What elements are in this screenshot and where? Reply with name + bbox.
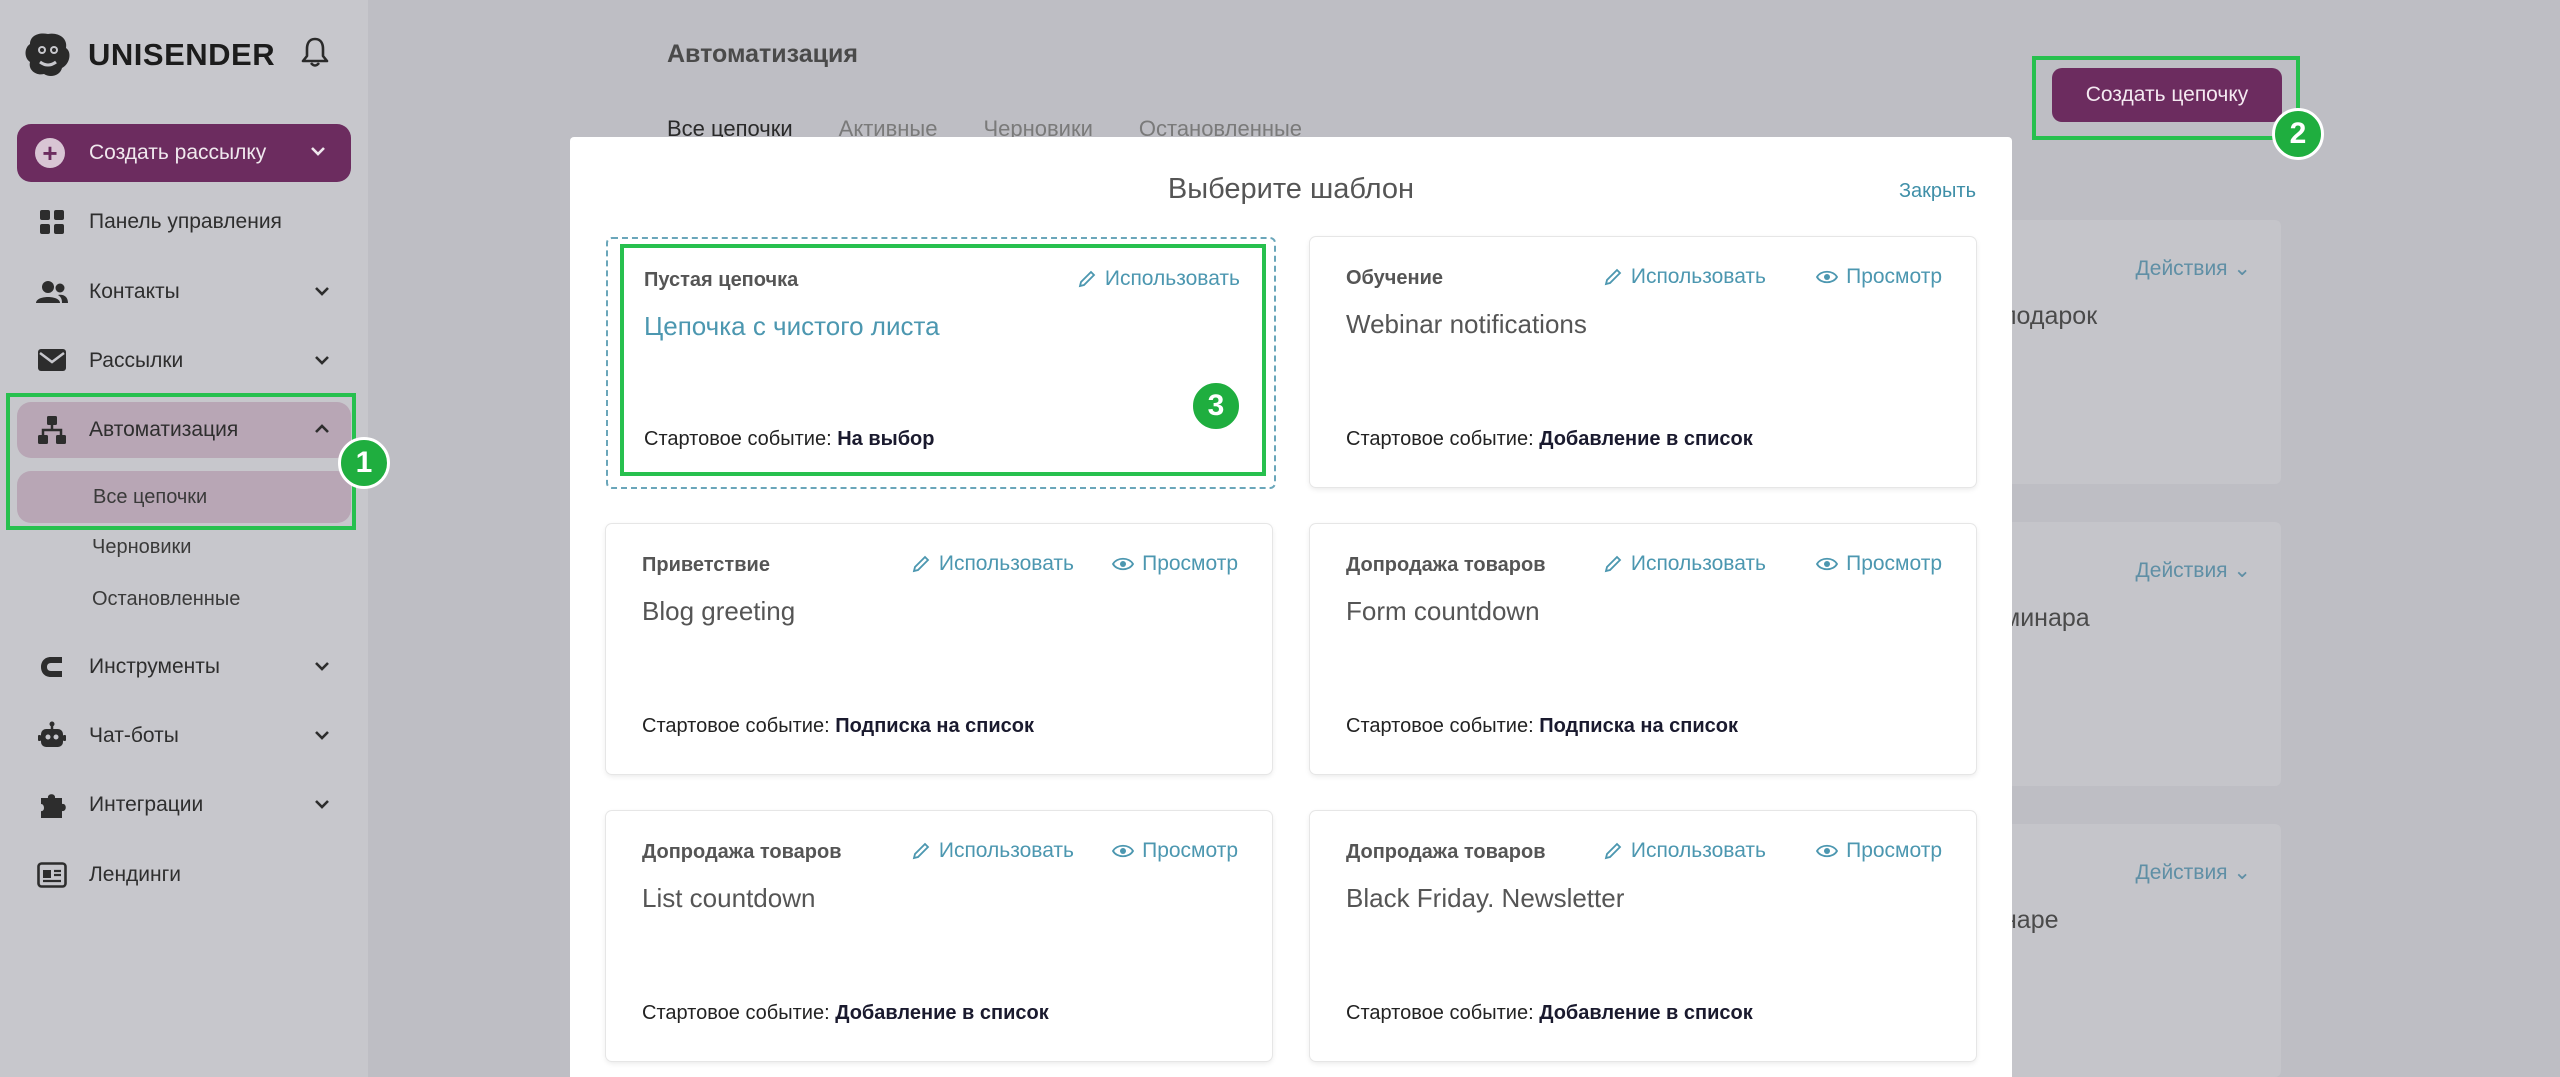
logo-text: UNISENDER	[88, 37, 276, 72]
actions-dropdown[interactable]: Действия ⌄	[2136, 256, 2251, 281]
template-card[interactable]: Допродажа товаров Использовать Просмотр …	[1310, 524, 1976, 774]
sidebar-item-contacts[interactable]: Контакты	[17, 264, 351, 320]
template-start-event: Стартовое событие: Добавление в список	[1346, 428, 1753, 450]
template-card[interactable]: Допродажа товаров Использовать Просмотр …	[1310, 811, 1976, 1061]
step-badge-1: 1	[338, 437, 390, 489]
template-category: Приветствие	[642, 554, 770, 576]
template-start-event: Стартовое событие: Подписка на список	[1346, 715, 1739, 737]
sidebar-subitem-drafts[interactable]: Черновики	[92, 536, 191, 559]
chevron-down-icon	[315, 800, 329, 809]
template-start-event: Стартовое событие: Добавление в список	[1346, 1002, 1753, 1024]
actions-dropdown[interactable]: Действия ⌄	[2136, 558, 2251, 583]
users-icon	[35, 275, 69, 309]
sidebar-item-label: Рассылки	[89, 349, 184, 372]
close-modal-link[interactable]: Закрыть	[1899, 180, 1976, 203]
actions-dropdown[interactable]: Действия ⌄	[2136, 860, 2251, 885]
sidebar-item-label: Контакты	[89, 280, 180, 303]
template-card[interactable]: Обучение Использовать Просмотр Webinar n…	[1310, 237, 1976, 487]
pencil-icon	[1604, 268, 1622, 286]
sidebar-subitem-label: Остановленные	[92, 588, 241, 610]
preview-template-link[interactable]: Просмотр	[1816, 265, 1942, 289]
notifications-button[interactable]	[300, 36, 330, 73]
pencil-icon	[1604, 555, 1622, 573]
modal-title: Выберите шаблон	[1167, 173, 1415, 205]
sidebar-item-label: Интеграции	[89, 793, 204, 816]
magnet-icon	[35, 650, 69, 684]
use-template-link[interactable]: Использовать	[1603, 552, 1766, 576]
sidebar-subitem-label: Черновики	[92, 536, 192, 558]
eye-icon	[1112, 557, 1135, 571]
use-template-link[interactable]: Использовать	[911, 839, 1074, 863]
template-category: Допродажа товаров	[1346, 841, 1546, 863]
background-chain-card: Действия ⌄ минара	[1995, 522, 2281, 786]
chevron-down-icon	[311, 147, 325, 156]
background-chain-card: Действия ⌄ подарок	[1995, 220, 2281, 484]
chevron-down-icon	[315, 287, 329, 296]
eye-icon	[1816, 270, 1839, 284]
create-campaign-button[interactable]: + Создать рассылку	[17, 124, 351, 182]
sidebar-item-chatbots[interactable]: Чат-боты	[17, 708, 351, 764]
sidebar-item-dashboard[interactable]: Панель управления	[17, 194, 351, 250]
highlight-automation	[6, 393, 356, 530]
sidebar-item-label: Панель управления	[89, 210, 282, 233]
preview-template-link[interactable]: Просмотр	[1816, 552, 1942, 576]
chevron-down-icon	[315, 731, 329, 740]
template-name: Webinar notifications	[1346, 309, 1587, 339]
step-badge-3: 3	[1190, 380, 1242, 432]
create-campaign-label: Создать рассылку	[89, 141, 267, 164]
sidebar: UNISENDER + Создать рассылку Панель упра…	[0, 0, 368, 1077]
sidebar-item-label: Чат-боты	[89, 724, 179, 747]
chevron-down-icon	[315, 662, 329, 671]
chain-name-fragment: подарок	[2003, 302, 2098, 330]
template-card[interactable]: Допродажа товаров Использовать Просмотр …	[606, 811, 1272, 1061]
puzzle-icon	[35, 788, 69, 822]
template-card[interactable]: Приветствие Использовать Просмотр Blog g…	[606, 524, 1272, 774]
preview-template-link[interactable]: Просмотр	[1112, 839, 1238, 863]
unisender-logo-icon	[25, 33, 70, 76]
template-category: Допродажа товаров	[1346, 554, 1546, 576]
pencil-icon	[1604, 842, 1622, 860]
sidebar-item-tools[interactable]: Инструменты	[17, 639, 351, 695]
template-start-event: Стартовое событие: Подписка на список	[642, 715, 1035, 737]
grid-icon	[35, 205, 69, 239]
background-chain-card: Действия ⌄ наре	[1995, 824, 2281, 1077]
preview-template-link[interactable]: Просмотр	[1112, 552, 1238, 576]
chain-name-fragment: минара	[2003, 604, 2090, 632]
use-template-link[interactable]: Использовать	[911, 552, 1074, 576]
template-name: Blog greeting	[642, 596, 796, 626]
mail-icon	[35, 344, 69, 378]
use-template-link[interactable]: Использовать	[1603, 839, 1766, 863]
sidebar-item-label: Инструменты	[89, 655, 220, 678]
sidebar-item-label: Лендинги	[89, 863, 182, 886]
eye-icon	[1816, 844, 1839, 858]
sidebar-item-campaigns[interactable]: Рассылки	[17, 333, 351, 389]
eye-icon	[1112, 844, 1135, 858]
page-title: Автоматизация	[667, 40, 858, 68]
use-template-link[interactable]: Использовать	[1603, 265, 1766, 289]
highlight-blank-template	[620, 244, 1266, 476]
template-category: Допродажа товаров	[642, 841, 842, 863]
template-name: Form countdown	[1346, 596, 1540, 626]
pencil-icon	[912, 842, 930, 860]
chevron-down-icon	[315, 356, 329, 365]
pencil-icon	[912, 555, 930, 573]
sidebar-item-integrations[interactable]: Интеграции	[17, 777, 351, 833]
robot-icon	[35, 719, 69, 753]
preview-template-link[interactable]: Просмотр	[1816, 839, 1942, 863]
sidebar-item-landings[interactable]: Лендинги	[17, 847, 351, 903]
highlight-create-chain	[2032, 56, 2300, 140]
bell-icon	[301, 37, 329, 67]
template-category: Обучение	[1346, 267, 1444, 289]
eye-icon	[1816, 557, 1839, 571]
template-start-event: Стартовое событие: Добавление в список	[642, 1002, 1049, 1024]
step-badge-2: 2	[2272, 108, 2324, 160]
logo[interactable]: UNISENDER	[22, 30, 275, 80]
landing-page-icon	[35, 858, 69, 892]
plus-icon: +	[35, 138, 65, 168]
template-name: List countdown	[642, 883, 816, 913]
sidebar-subitem-stopped[interactable]: Остановленные	[92, 588, 240, 611]
template-name: Black Friday. Newsletter	[1346, 883, 1625, 913]
